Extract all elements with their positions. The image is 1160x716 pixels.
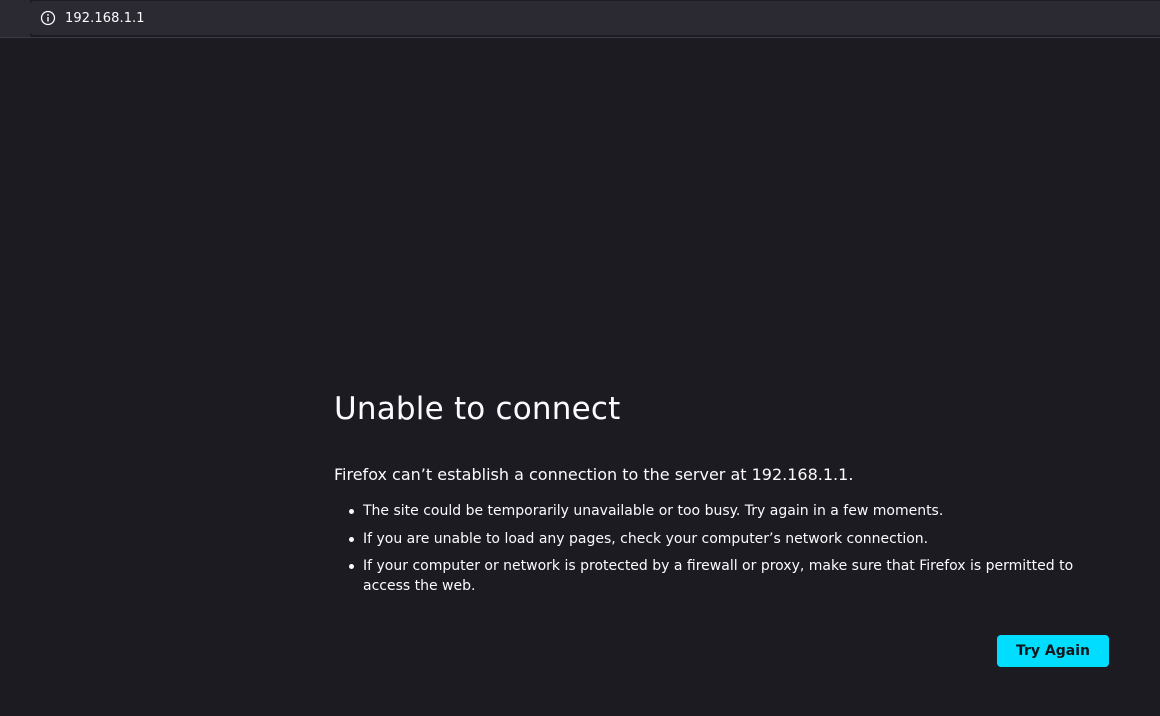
page-title: Unable to connect bbox=[334, 391, 621, 427]
bullet-icon bbox=[349, 536, 354, 542]
address-bar[interactable]: 192.168.1.1 bbox=[30, 1, 1160, 35]
error-description: Firefox can’t establish a connection to … bbox=[334, 465, 854, 484]
reason-text: The site could be temporarily unavailabl… bbox=[363, 503, 944, 519]
browser-toolbar: 192.168.1.1 bbox=[0, 0, 1160, 38]
toolbar-edge bbox=[0, 0, 30, 37]
list-item: If you are unable to load any pages, che… bbox=[349, 529, 1110, 549]
reason-text: If you are unable to load any pages, che… bbox=[363, 530, 929, 547]
list-item: The site could be temporarily unavailabl… bbox=[349, 501, 1110, 521]
bullet-icon bbox=[349, 564, 354, 569]
reasons-list: The site could be temporarily unavailabl… bbox=[334, 501, 1110, 596]
try-again-button[interactable]: Try Again bbox=[997, 635, 1109, 667]
url-text[interactable]: 192.168.1.1 bbox=[65, 11, 145, 26]
reason-text: If your computer or network is protected… bbox=[363, 558, 1074, 594]
bullet-icon bbox=[349, 509, 354, 514]
info-icon[interactable] bbox=[34, 1, 62, 35]
error-page: Unable to connect Firefox can’t establis… bbox=[334, 388, 1110, 604]
list-item: If your computer or network is protected… bbox=[349, 556, 1110, 596]
